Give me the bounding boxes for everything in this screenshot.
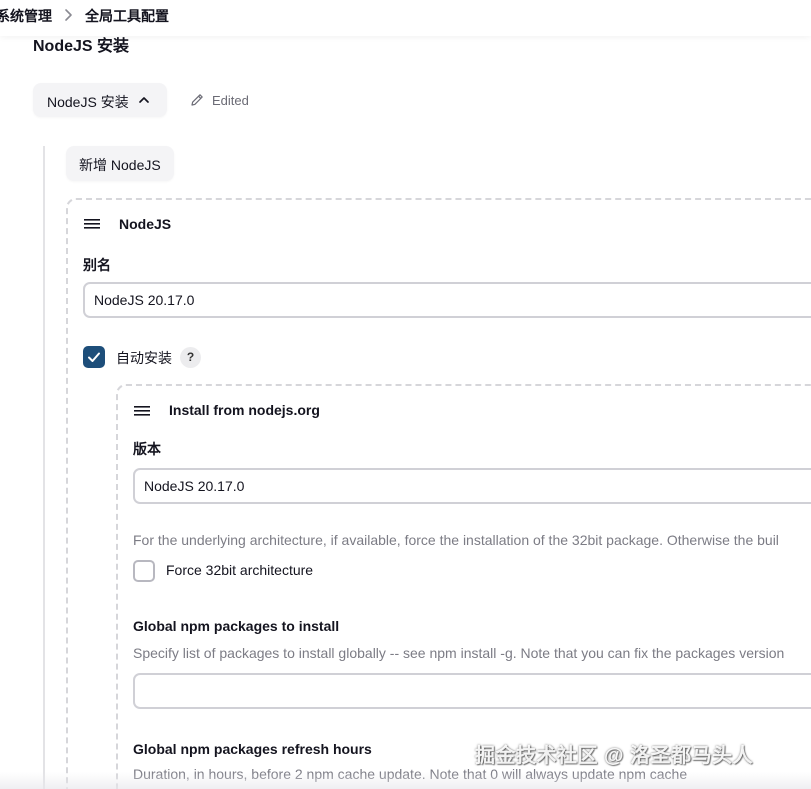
npm-packages-input[interactable] bbox=[133, 673, 811, 709]
chevron-right-icon bbox=[65, 9, 72, 21]
alias-label: 别名 bbox=[83, 257, 111, 273]
chevron-up-icon bbox=[139, 97, 149, 103]
section-title: NodeJS 安装 bbox=[33, 38, 130, 55]
watermark: 掘金技术社区 @ 洛圣都马头人 bbox=[475, 745, 754, 767]
npm-packages-description: Specify list of packages to install glob… bbox=[133, 645, 785, 661]
breadcrumb-item-global-tool-config[interactable]: 全局工具配置 bbox=[85, 6, 169, 26]
force-32bit-label[interactable]: Force 32bit architecture bbox=[166, 562, 313, 578]
npm-packages-label: Global npm packages to install bbox=[133, 618, 340, 634]
auto-install-checkbox[interactable] bbox=[83, 346, 105, 368]
alias-input[interactable]: NodeJS 20.17.0 bbox=[83, 282, 811, 318]
arch-description: For the underlying architecture, if avai… bbox=[133, 532, 779, 548]
installer-panel bbox=[116, 384, 811, 789]
installations-toggle-label: NodeJS 安装 bbox=[47, 94, 129, 110]
version-label: 版本 bbox=[133, 441, 161, 457]
drag-handle-icon[interactable] bbox=[84, 218, 100, 230]
add-nodejs-button[interactable]: 新增 NodeJS bbox=[66, 146, 174, 181]
section-guide-line bbox=[43, 146, 45, 789]
page: 系统管理 全局工具配置 NodeJS 安装 NodeJS 安装 Edited 新… bbox=[0, 0, 811, 789]
version-select[interactable]: NodeJS 20.17.0 bbox=[133, 468, 811, 504]
npm-refresh-hours-label: Global npm packages refresh hours bbox=[133, 741, 372, 757]
help-icon[interactable]: ? bbox=[180, 347, 201, 368]
edited-status-label: Edited bbox=[212, 93, 249, 108]
force-32bit-checkbox[interactable] bbox=[133, 560, 155, 582]
nodejs-panel-title: NodeJS bbox=[119, 216, 172, 232]
installations-toggle-button[interactable]: NodeJS 安装 bbox=[33, 83, 167, 117]
pencil-icon bbox=[191, 94, 203, 106]
breadcrumb-item-system-management[interactable]: 系统管理 bbox=[0, 6, 52, 26]
breadcrumb: 系统管理 全局工具配置 bbox=[0, 0, 811, 36]
auto-install-label[interactable]: 自动安装 bbox=[116, 348, 172, 368]
installer-panel-title: Install from nodejs.org bbox=[169, 402, 320, 418]
checkmark-icon bbox=[88, 352, 100, 362]
drag-handle-icon[interactable] bbox=[134, 405, 150, 417]
add-nodejs-label: 新增 NodeJS bbox=[79, 157, 161, 173]
bottom-shadow bbox=[0, 772, 811, 789]
